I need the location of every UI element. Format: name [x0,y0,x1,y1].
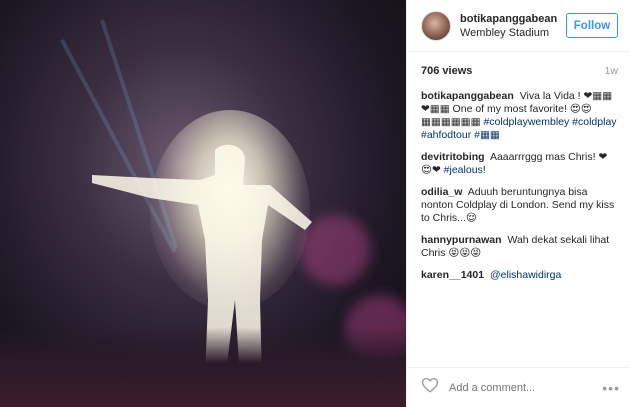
comment-text-suffix: ! [482,164,486,176]
caption: botikapanggabean Viva la Vida ! ❤▦▦❤▦▦ O… [421,90,618,142]
avatar[interactable] [421,10,451,41]
hashtag[interactable]: #coldplaywembley [483,116,569,128]
post-location[interactable]: Wembley Stadium [460,26,566,40]
post-stats: 706 views 1w [407,58,630,84]
post-username[interactable]: botikapanggabean [460,12,566,26]
comment-username[interactable]: hannypurnawan [421,234,502,246]
list-item: devitritobing Aaaarrrggg mas Chris! ❤😍❤ … [421,151,618,177]
list-item: odilia_w Aduuh beruntungnya bisa nonton … [421,186,618,225]
more-options-icon[interactable]: ••• [602,380,620,396]
follow-button[interactable]: Follow [566,13,618,38]
comment-username[interactable]: karen__1401 [421,269,484,281]
view-count: 706 views [421,65,473,77]
list-item: karen__1401 @elishawidirga [421,269,618,282]
add-comment-input[interactable] [449,381,603,394]
hashtag[interactable]: #▦▦ [474,129,500,141]
heart-icon[interactable] [421,376,439,399]
comment-list: botikapanggabean Viva la Vida ! ❤▦▦❤▦▦ O… [407,84,630,282]
hashtag[interactable]: #ahfodtour [421,129,471,141]
post-media[interactable] [0,0,406,407]
hashtag[interactable]: #jealous [444,164,483,176]
mention-link[interactable]: @elishawidirga [490,269,561,281]
post-age[interactable]: 1w [605,65,618,77]
post-sidebar: botikapanggabean Wembley Stadium Follow … [406,0,630,407]
caption-username[interactable]: botikapanggabean [421,90,514,102]
comment-username[interactable]: odilia_w [421,186,462,198]
list-item: hannypurnawan Wah dekat sekali lihat Chr… [421,234,618,260]
crowd [0,327,406,407]
post-header: botikapanggabean Wembley Stadium Follow [407,0,630,52]
comment-username[interactable]: devitritobing [421,151,485,163]
hashtag[interactable]: #coldplay [572,116,616,128]
post-header-text: botikapanggabean Wembley Stadium [460,12,566,40]
comment-bar: ••• [407,367,630,407]
